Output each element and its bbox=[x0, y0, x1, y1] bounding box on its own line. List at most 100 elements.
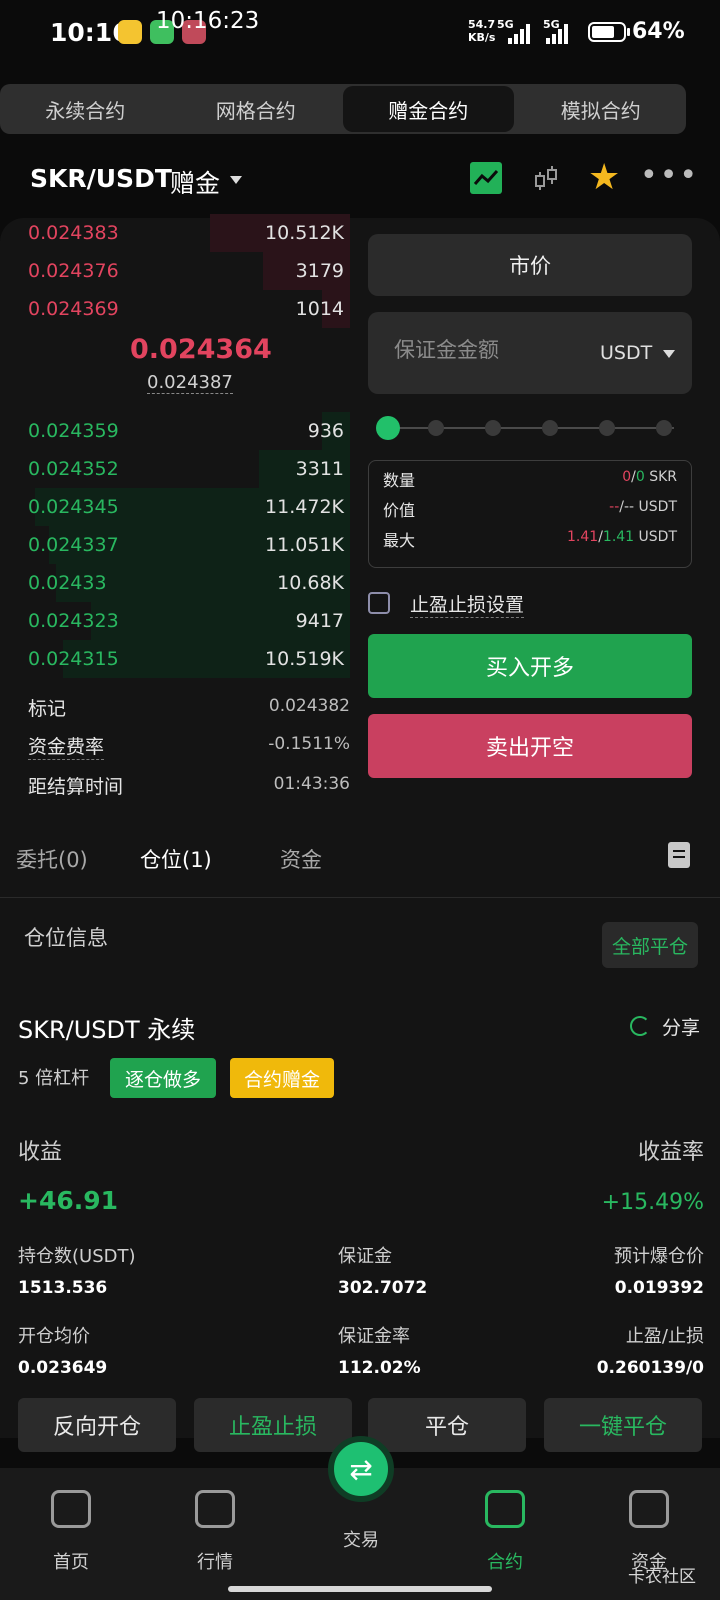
tpsl-checkbox[interactable] bbox=[368, 592, 390, 614]
slider-step[interactable] bbox=[542, 420, 558, 436]
tpsl-button[interactable]: 止盈止损 bbox=[194, 1398, 352, 1452]
slider-thumb[interactable] bbox=[376, 416, 400, 440]
slider-step[interactable] bbox=[599, 420, 615, 436]
market-icon bbox=[195, 1490, 235, 1528]
reverse-position-button[interactable]: 反向开仓 bbox=[18, 1398, 176, 1452]
watermark: 卡农社区 bbox=[628, 1567, 696, 1587]
funding-label[interactable]: 资金费率 bbox=[28, 732, 105, 760]
signal-icon bbox=[508, 22, 530, 44]
bid-row[interactable]: 0.024352 3311 bbox=[0, 450, 350, 488]
bid-row[interactable]: 0.024337 11.051K bbox=[0, 526, 350, 564]
signal-2-icon bbox=[546, 22, 568, 44]
tab-assets[interactable]: 资金 bbox=[280, 844, 322, 874]
slider-step[interactable] bbox=[656, 420, 672, 436]
candlestick-icon[interactable] bbox=[530, 162, 562, 194]
weibo-app-icon bbox=[118, 20, 142, 44]
trade-swap-icon[interactable]: ⇄ bbox=[328, 1436, 394, 1502]
margin-rate-label: 保证金率 bbox=[338, 1326, 410, 1347]
max-label: 最大 bbox=[383, 531, 416, 550]
home-indicator[interactable] bbox=[228, 1586, 492, 1592]
max-value: 1.41/1.41 USDT bbox=[567, 529, 677, 545]
tab-bonus[interactable]: 赠金合约 bbox=[343, 86, 514, 132]
ask-price: 0.024369 bbox=[28, 298, 119, 320]
nav-home[interactable]: 首页 bbox=[26, 1490, 116, 1580]
ask-row[interactable]: 0.024369 1014 bbox=[0, 290, 350, 328]
size-label: 持仓数(USDT) bbox=[18, 1246, 136, 1267]
leverage-label: 5 倍杠杆 bbox=[18, 1068, 90, 1089]
tab-grid[interactable]: 网格合约 bbox=[171, 84, 342, 134]
more-icon[interactable]: ••• bbox=[640, 158, 699, 194]
bid-row[interactable]: 0.024315 10.519K bbox=[0, 640, 350, 678]
pair-symbol[interactable]: SKR/USDT bbox=[30, 164, 172, 193]
ask-row[interactable]: 0.024383 10.512K bbox=[0, 214, 350, 252]
liq-price-label: 预计爆仓价 bbox=[614, 1246, 704, 1267]
battery-cap bbox=[627, 28, 630, 36]
bid-row[interactable]: 0.024345 11.472K bbox=[0, 488, 350, 526]
tpsl-info-label: 止盈/止损 bbox=[625, 1326, 704, 1347]
margin-value: 302.7072 bbox=[338, 1278, 428, 1298]
contract-icon bbox=[485, 1490, 525, 1528]
nav-contract[interactable]: 合约 bbox=[460, 1490, 550, 1580]
amount-unit[interactable]: USDT bbox=[600, 342, 652, 364]
bid-qty: 3311 bbox=[295, 458, 344, 480]
bid-price: 0.024352 bbox=[28, 458, 119, 480]
close-position-button[interactable]: 平仓 bbox=[368, 1398, 526, 1452]
nav-market[interactable]: 行情 bbox=[170, 1490, 260, 1580]
amount-field[interactable]: USDT bbox=[368, 312, 692, 394]
tab-positions[interactable]: 仓位(1) bbox=[140, 844, 212, 874]
slider-step[interactable] bbox=[428, 420, 444, 436]
slider-step[interactable] bbox=[485, 420, 501, 436]
qty-value: 0/0 SKR bbox=[622, 469, 677, 485]
nav-home-label: 首页 bbox=[53, 1552, 89, 1573]
bid-row[interactable]: 0.02433 10.68K bbox=[0, 564, 350, 602]
sell-short-button[interactable]: 卖出开空 bbox=[368, 714, 692, 778]
close-all-button[interactable]: 全部平仓 bbox=[602, 922, 698, 968]
one-click-close-button[interactable]: 一键平仓 bbox=[544, 1398, 702, 1452]
tpsl-info-value: 0.260139/0 bbox=[596, 1358, 704, 1378]
battery-level: 64% bbox=[632, 19, 685, 44]
bid-price: 0.024323 bbox=[28, 610, 119, 632]
contract-tabs: 永续合约 网格合约 赠金合约 模拟合约 bbox=[0, 84, 686, 134]
position-tabs: 委托(0) 仓位(1) 资金 bbox=[0, 838, 720, 898]
tab-perpetual[interactable]: 永续合约 bbox=[0, 84, 171, 134]
document-icon[interactable] bbox=[668, 842, 690, 868]
entry-price-value: 0.023649 bbox=[18, 1358, 108, 1378]
pair-bar: SKR/USDT 赠金 ★ ••• bbox=[0, 150, 720, 210]
bid-price: 0.024345 bbox=[28, 496, 119, 518]
mark-info-row: 标记 0.024382 bbox=[28, 694, 350, 724]
tab-demo[interactable]: 模拟合约 bbox=[516, 84, 687, 134]
share-button[interactable]: 分享 bbox=[662, 1013, 700, 1040]
nav-trade-label[interactable]: 交易 bbox=[316, 1526, 406, 1552]
bid-qty: 11.051K bbox=[265, 534, 344, 556]
ask-qty: 1014 bbox=[295, 298, 344, 320]
overlay-clock: 10:16:23 bbox=[156, 8, 260, 34]
entry-price-label: 开仓均价 bbox=[18, 1326, 90, 1347]
bid-price: 0.024315 bbox=[28, 648, 119, 670]
battery-icon bbox=[588, 22, 626, 42]
tpsl-label[interactable]: 止盈止损设置 bbox=[410, 590, 525, 618]
settle-value: 01:43:36 bbox=[273, 774, 350, 794]
mark-value: 0.024382 bbox=[268, 696, 350, 716]
tab-orders[interactable]: 委托(0) bbox=[16, 844, 88, 874]
wallet-icon bbox=[629, 1490, 669, 1528]
pnl-rate: +15.49% bbox=[601, 1190, 704, 1215]
chevron-down-icon[interactable] bbox=[663, 350, 675, 358]
ask-row[interactable]: 0.024376 3179 bbox=[0, 252, 350, 290]
bid-price: 0.024359 bbox=[28, 420, 119, 442]
bonus-badge: 合约赠金 bbox=[230, 1058, 334, 1098]
margin-amount-input[interactable] bbox=[394, 338, 574, 362]
order-type-select[interactable]: 市价 bbox=[368, 234, 692, 296]
pnl-rate-label: 收益率 bbox=[637, 1140, 704, 1165]
mark-label: 标记 bbox=[28, 698, 67, 720]
mark-price[interactable]: 0.024387 bbox=[147, 372, 233, 394]
pair-tag[interactable]: 赠金 bbox=[170, 164, 220, 200]
favorite-star-icon[interactable]: ★ bbox=[588, 158, 620, 198]
chevron-down-icon[interactable] bbox=[230, 176, 242, 184]
share-icon[interactable] bbox=[630, 1016, 650, 1036]
buy-long-button[interactable]: 买入开多 bbox=[368, 634, 692, 698]
amount-slider[interactable] bbox=[376, 416, 680, 440]
bid-row[interactable]: 0.024323 9417 bbox=[0, 602, 350, 640]
bid-row[interactable]: 0.024359 936 bbox=[0, 412, 350, 450]
line-chart-icon[interactable] bbox=[470, 162, 502, 194]
tpsl-toggle[interactable]: 止盈止损设置 bbox=[368, 590, 668, 620]
